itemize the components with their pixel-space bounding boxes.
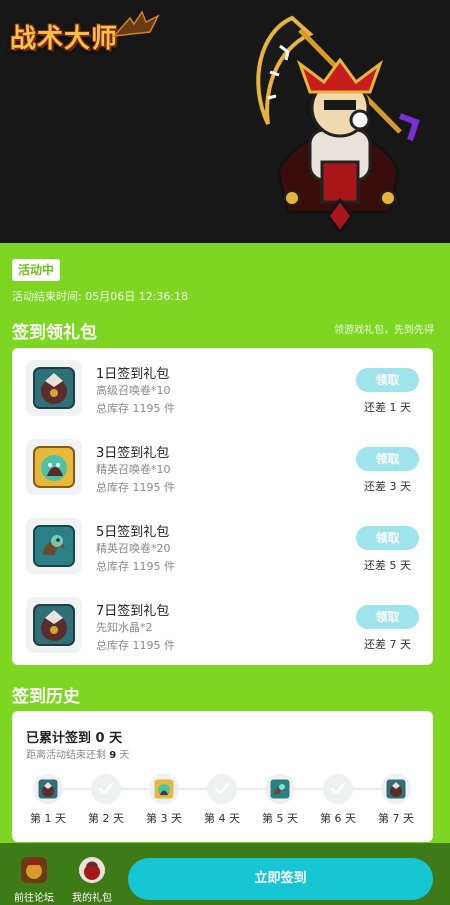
total-unit: 天 (109, 731, 123, 746)
gift-item: 精英召唤卷*20 (96, 542, 171, 555)
day-node-reward (149, 774, 179, 804)
game-logo: 战术大师 (10, 24, 119, 54)
gift-thumbnail (26, 597, 82, 653)
day-label: 第 7 天 (378, 812, 414, 825)
days-remaining: 还差 1 天 (364, 401, 411, 414)
remain-unit: 天 (119, 750, 130, 761)
claim-button[interactable]: 领取 (356, 605, 419, 629)
day-node-checkmark (207, 774, 237, 804)
remain-days-count: 9 (109, 750, 117, 761)
forum-link[interactable]: 前往论坛 (9, 857, 59, 904)
gift-item: 先知水晶*2 (96, 621, 153, 634)
day-label: 第 2 天 (88, 812, 124, 825)
hero-bird-icon (33, 367, 75, 409)
hero-dragon-icon (33, 525, 75, 567)
days-remaining: 还差 7 天 (364, 638, 411, 651)
gift-row: 7日签到礼包 先知水晶*2 总库存 1195 件 领取 还差 7 天 (12, 597, 433, 667)
gift-stock: 总库存 1195 件 (96, 402, 175, 415)
remain-prefix: 距离活动结束还剩 (26, 750, 106, 761)
gift-row: 5日签到礼包 精英召唤卷*20 总库存 1195 件 领取 还差 5 天 (12, 518, 433, 588)
total-prefix: 已累计签到 (26, 731, 92, 746)
hero-golden-icon (154, 779, 174, 799)
total-days-count: 0 (95, 731, 105, 746)
gift-stock: 总库存 1195 件 (96, 481, 175, 494)
day-node-reward (381, 774, 411, 804)
gift-row: 3日签到礼包 精英召唤卷*10 总库存 1195 件 领取 还差 3 天 (12, 439, 433, 509)
day-node-checkmark (91, 774, 121, 804)
day-label: 第 4 天 (204, 812, 240, 825)
checkin-now-button[interactable]: 立即签到 (128, 858, 433, 900)
time-remaining: 距离活动结束还剩 9 天 (26, 746, 129, 761)
check-icon (330, 782, 346, 795)
claim-button[interactable]: 领取 (356, 447, 419, 471)
gift-stock: 总库存 1195 件 (96, 639, 175, 652)
claim-button[interactable]: 领取 (356, 368, 419, 392)
history-section-title: 签到历史 (12, 687, 80, 707)
forum-label: 前往论坛 (14, 893, 54, 904)
dragon-wing-icon (112, 10, 160, 37)
day-label: 第 1 天 (30, 812, 66, 825)
gift-thumbnail (26, 439, 82, 495)
gifts-section-title: 签到领礼包 (12, 323, 97, 343)
total-checkins: 已累计签到 0 天 (26, 727, 122, 746)
hero-dragon-icon (270, 779, 290, 799)
hero-bird-icon (33, 604, 75, 646)
day-node-reward (265, 774, 295, 804)
claim-button[interactable]: 领取 (356, 526, 419, 550)
forum-icon (21, 857, 47, 883)
history-card: 已累计签到 0 天 距离活动结束还剩 9 天 第 1 天 第 2 天 第 3 天… (12, 711, 433, 842)
bottom-action-bar: 前往论坛 我的礼包 立即签到 (0, 843, 450, 905)
gift-item: 精英召唤卷*10 (96, 463, 171, 476)
hero-golden-icon (33, 446, 75, 488)
check-icon (98, 782, 114, 795)
days-remaining: 还差 5 天 (364, 559, 411, 572)
hero-bird-icon (386, 779, 406, 799)
gift-name: 1日签到礼包 (96, 367, 170, 382)
gift-stock: 总库存 1195 件 (96, 560, 175, 573)
day-node-reward (33, 774, 63, 804)
gift-thumbnail (26, 360, 82, 416)
gifts-section-hint: 领游戏礼包，先到先得 (334, 325, 434, 336)
gift-name: 7日签到礼包 (96, 604, 170, 619)
activity-status-badge: 活动中 (12, 259, 61, 281)
days-remaining: 还差 3 天 (364, 480, 411, 493)
gift-thumbnail (26, 518, 82, 574)
hero-bird-icon (38, 779, 58, 799)
my-gifts-link[interactable]: 我的礼包 (67, 857, 117, 904)
gift-name: 5日签到礼包 (96, 525, 170, 540)
day-node-checkmark (323, 774, 353, 804)
gift-row: 1日签到礼包 高级召唤卷*10 总库存 1195 件 领取 还差 1 天 (12, 360, 433, 430)
gift-bag-icon (79, 857, 105, 883)
gift-item: 高级召唤卷*10 (96, 384, 171, 397)
check-icon (214, 782, 230, 795)
day-label: 第 6 天 (320, 812, 356, 825)
hero-banner: 战术大师 (0, 0, 450, 243)
gift-list-card: 1日签到礼包 高级召唤卷*10 总库存 1195 件 领取 还差 1 天 3日签… (12, 348, 433, 665)
day-label: 第 3 天 (146, 812, 182, 825)
gift-name: 3日签到礼包 (96, 446, 170, 461)
day-label: 第 5 天 (262, 812, 298, 825)
my-gifts-label: 我的礼包 (72, 893, 112, 904)
hero-character-illustration (256, 15, 420, 235)
activity-end-time: 活动结束时间: 05月06日 12:36:18 (12, 290, 189, 303)
